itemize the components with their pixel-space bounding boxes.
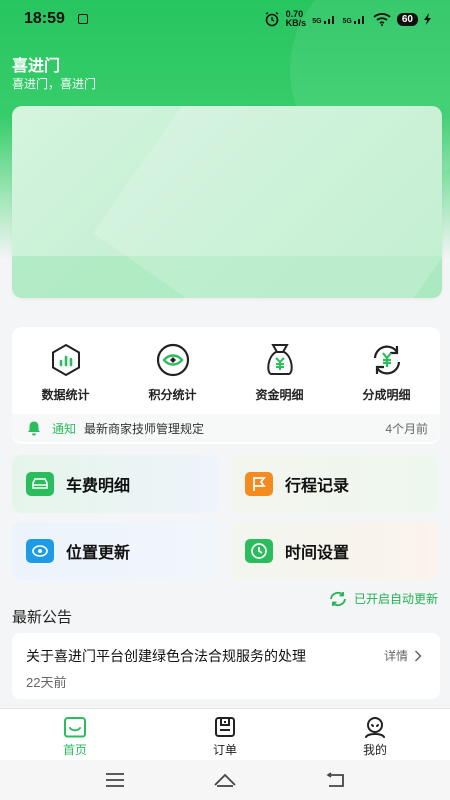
system-navigation-bar bbox=[0, 760, 450, 800]
tile-label: 行程记录 bbox=[285, 478, 350, 495]
menu-fund-details[interactable]: 资金明细 bbox=[226, 342, 333, 403]
announcement-item[interactable]: 关于喜进门平台创建绿色合法合规服务的处理 详情 22天前 bbox=[12, 633, 440, 699]
announcement-detail-link[interactable]: 详情 bbox=[384, 647, 422, 664]
tab-profile[interactable]: 我的 bbox=[300, 709, 450, 760]
signal-icon-1: 5G bbox=[312, 13, 336, 25]
tile-time-settings[interactable]: 时间设置 bbox=[231, 522, 438, 580]
status-time: 18:59 bbox=[24, 10, 65, 27]
money-bag-icon bbox=[262, 342, 298, 378]
network-speed: 0.70 KB/s bbox=[285, 9, 307, 28]
home-nav-button[interactable] bbox=[210, 770, 240, 790]
tile-label: 位置更新 bbox=[66, 545, 131, 562]
notice-tag: 通知 bbox=[52, 421, 77, 436]
tab-label: 我的 bbox=[362, 743, 387, 757]
tile-label: 时间设置 bbox=[285, 545, 350, 562]
menu-nav-button[interactable] bbox=[100, 770, 130, 790]
menu-commission-details[interactable]: 分成明细 bbox=[333, 342, 440, 403]
car-icon bbox=[26, 472, 54, 496]
signal-icon-2: 5G bbox=[343, 13, 367, 25]
house-icon bbox=[214, 773, 236, 787]
bar-chart-hexagon-icon bbox=[48, 342, 84, 378]
tile-label: 车费明细 bbox=[66, 478, 131, 495]
hamburger-icon bbox=[106, 773, 124, 787]
menu-label: 积分统计 bbox=[148, 388, 197, 402]
auto-update-label: 已开启自动更新 bbox=[353, 592, 438, 606]
bottom-tab-bar: 首页 订单 我的 bbox=[0, 708, 450, 760]
app-title: 喜进门 bbox=[12, 58, 61, 75]
menu-label: 分成明细 bbox=[362, 388, 411, 402]
announcement-title: 关于喜进门平台创建绿色合法合规服务的处理 bbox=[26, 648, 306, 664]
menu-data-statistics[interactable]: 数据统计 bbox=[12, 342, 119, 403]
status-icons: 0.70 KB/s 5G 5G 60 bbox=[264, 10, 432, 28]
tab-label: 订单 bbox=[212, 743, 237, 757]
status-bar: 18:59 0.70 KB/s 5G 5G 60 bbox=[0, 0, 450, 38]
tab-home[interactable]: 首页 bbox=[0, 709, 150, 760]
tile-fare-details[interactable]: 车费明细 bbox=[12, 455, 219, 513]
chevron-right-icon bbox=[414, 649, 422, 662]
auto-update-toggle[interactable]: 已开启自动更新 bbox=[328, 590, 438, 607]
tile-location-update[interactable]: 位置更新 bbox=[12, 522, 219, 580]
menu-label: 数据统计 bbox=[41, 388, 90, 402]
alarm-icon bbox=[265, 11, 279, 27]
menu-label: 资金明细 bbox=[255, 388, 304, 402]
notice-text: 最新商家技师管理规定 bbox=[84, 421, 205, 436]
flag-icon bbox=[245, 472, 273, 496]
banner-image[interactable] bbox=[12, 106, 442, 298]
charging-icon bbox=[424, 13, 431, 25]
order-icon bbox=[215, 717, 235, 737]
announcement-time: 22天前 bbox=[26, 675, 67, 690]
battery-level: 60 bbox=[396, 12, 418, 26]
announcements-title: 最新公告 bbox=[12, 609, 73, 626]
location-eye-icon bbox=[26, 539, 54, 563]
notice-time: 4个月前 bbox=[385, 421, 428, 436]
yuan-refresh-icon bbox=[369, 342, 405, 378]
tile-trip-records[interactable]: 行程记录 bbox=[231, 455, 438, 513]
tab-label: 首页 bbox=[62, 743, 87, 757]
tab-orders[interactable]: 订单 bbox=[150, 709, 300, 760]
profile-icon bbox=[365, 717, 385, 738]
bell-icon bbox=[28, 421, 40, 436]
menu-points-statistics[interactable]: 积分统计 bbox=[119, 342, 226, 403]
home-icon bbox=[64, 717, 86, 738]
back-nav-button[interactable] bbox=[320, 770, 350, 790]
clock-icon bbox=[245, 539, 273, 563]
notice-bar[interactable]: 通知 最新商家技师管理规定 4个月前 bbox=[12, 414, 440, 442]
wifi-icon bbox=[373, 13, 391, 26]
back-icon bbox=[326, 772, 344, 787]
notification-icon bbox=[78, 14, 88, 24]
refresh-icon bbox=[330, 591, 346, 606]
app-subtitle: 喜进门，喜进门 bbox=[12, 77, 97, 91]
eye-icon bbox=[155, 342, 191, 378]
